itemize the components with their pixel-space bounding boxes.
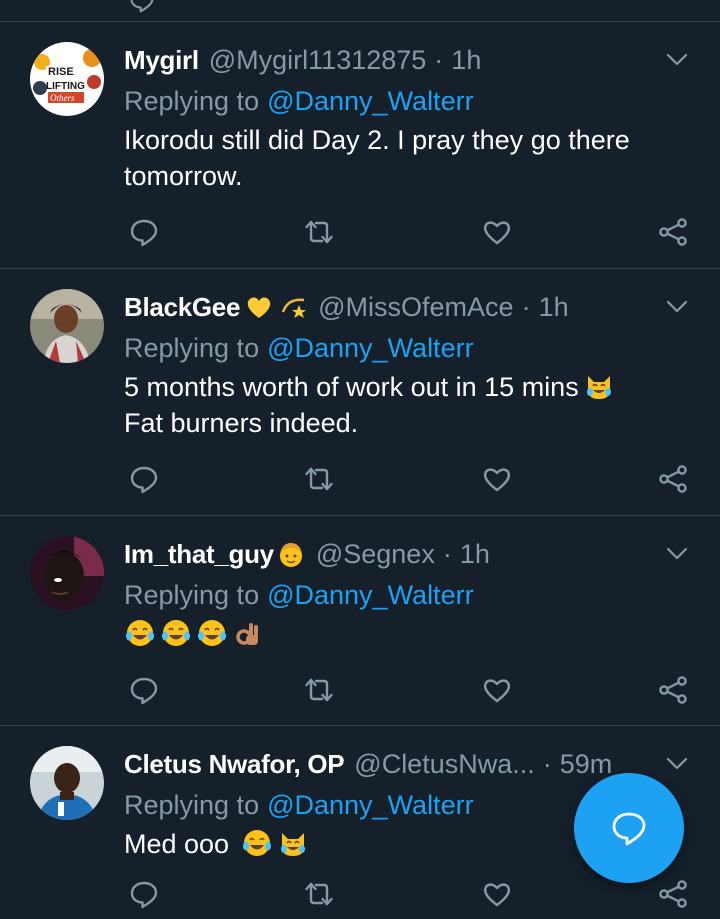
- mention-link[interactable]: @Danny_Walterr: [267, 333, 473, 364]
- replying-to: Replying to @Danny_Walterr: [124, 82, 474, 120]
- retweet-icon[interactable]: [303, 463, 335, 495]
- mention-link[interactable]: @Danny_Walterr: [267, 580, 473, 611]
- retweet-icon[interactable]: [303, 674, 335, 706]
- tweet-actions: [0, 216, 720, 252]
- heart-icon[interactable]: [481, 463, 513, 495]
- separator: ·: [442, 538, 452, 569]
- tweet-header: Mygirl @Mygirl11312875 · 1h: [124, 40, 640, 80]
- chevron-down-icon[interactable]: [664, 293, 690, 319]
- compose-reply-button[interactable]: [574, 773, 684, 883]
- tweet-text-line: Ikorodu still did Day 2. I pray they go …: [124, 125, 630, 155]
- svg-text:RISE: RISE: [48, 66, 74, 78]
- tweet-text-segment: 5 months worth of work out in 15 mins: [124, 372, 579, 402]
- replying-to: Replying to @Danny_Walterr: [124, 329, 474, 367]
- tweet[interactable]: BlackGee @MissOfemAce · 1h Replying to @…: [0, 269, 720, 516]
- share-icon[interactable]: [657, 463, 689, 495]
- share-icon[interactable]: [657, 674, 689, 706]
- user-handle[interactable]: @Segnex: [316, 539, 435, 570]
- tweet-text-line: tomorrow.: [124, 161, 243, 191]
- replying-to: Replying to @Danny_Walterr: [124, 576, 474, 614]
- cat-tears-of-joy-emoji: [586, 376, 611, 399]
- retweet-icon[interactable]: [303, 878, 335, 910]
- tweet-header: Cletus Nwafor, OP @CletusNwa... · 59m: [124, 744, 640, 784]
- tweet[interactable]: RISE LIFTING Others Mygirl @Mygirl113128…: [0, 22, 720, 269]
- cat-tears-of-joy-emoji: [280, 833, 305, 856]
- avatar-image: RISE LIFTING Others: [30, 42, 104, 116]
- tweet-actions: [0, 878, 720, 914]
- tweet-header: Im_that_guy @Segnex · 1h: [124, 534, 640, 574]
- tears-of-joy-emoji: [242, 830, 271, 856]
- tears-of-joy-emoji: [198, 620, 226, 646]
- avatar-image: [30, 536, 104, 610]
- timestamp[interactable]: 1h: [451, 45, 481, 76]
- avatar-image: [30, 289, 104, 363]
- separator: ·: [434, 44, 444, 75]
- timestamp[interactable]: 1h: [539, 292, 569, 323]
- user-handle[interactable]: @MissOfemAce: [318, 292, 513, 323]
- avatar[interactable]: [30, 746, 104, 820]
- user-handle[interactable]: @CletusNwa...: [354, 749, 534, 780]
- avatar[interactable]: [30, 289, 104, 363]
- separator: ·: [542, 748, 552, 779]
- user-handle[interactable]: @Mygirl11312875: [209, 45, 427, 76]
- replying-prefix: Replying to: [124, 332, 260, 363]
- separator: ·: [521, 291, 531, 322]
- retweet-icon[interactable]: [303, 216, 335, 248]
- tears-of-joy-emoji: [126, 620, 154, 646]
- svg-text:LIFTING: LIFTING: [46, 81, 85, 92]
- replying-prefix: Replying to: [124, 579, 260, 610]
- yellow-heart-emoji: [247, 297, 271, 318]
- timestamp[interactable]: 1h: [460, 539, 490, 570]
- compose-reply-icon: [612, 812, 646, 846]
- svg-text:Others: Others: [50, 93, 75, 103]
- reply-icon[interactable]: [128, 463, 160, 495]
- replying-prefix: Replying to: [124, 85, 260, 116]
- reply-icon[interactable]: [128, 674, 160, 706]
- boy-face-emoji: [279, 543, 302, 567]
- chevron-down-icon[interactable]: [664, 46, 690, 72]
- tweet-text: 5 months worth of work out in 15 mins Fa…: [124, 369, 660, 441]
- replying-prefix: Replying to: [124, 789, 260, 820]
- display-name[interactable]: Mygirl: [124, 45, 199, 76]
- share-icon[interactable]: [657, 878, 689, 910]
- timeline-screen: RISE LIFTING Others Mygirl @Mygirl113128…: [0, 0, 720, 919]
- chevron-down-icon[interactable]: [664, 750, 690, 776]
- share-icon[interactable]: [657, 216, 689, 248]
- display-name[interactable]: Cletus Nwafor, OP: [124, 749, 345, 780]
- chevron-down-icon[interactable]: [664, 540, 690, 566]
- dizzy-star-emoji: [281, 298, 307, 318]
- tweet-text-segment: Med ooo: [124, 829, 230, 859]
- avatar-image: [30, 746, 104, 820]
- display-name[interactable]: BlackGee: [124, 292, 240, 323]
- tweet[interactable]: Im_that_guy @Segnex · 1h Replying to @Da…: [0, 516, 720, 726]
- heart-icon[interactable]: [481, 674, 513, 706]
- tweet-text: Ikorodu still did Day 2. I pray they go …: [124, 122, 660, 194]
- heart-icon[interactable]: [481, 216, 513, 248]
- previous-tweet-actions: [0, 0, 720, 22]
- avatar[interactable]: RISE LIFTING Others: [30, 42, 104, 116]
- tears-of-joy-emoji: [162, 620, 190, 646]
- tweet-actions: [0, 674, 720, 710]
- reply-icon[interactable]: [128, 216, 160, 248]
- reply-icon[interactable]: [128, 0, 156, 14]
- ok-hand-emoji: [236, 623, 258, 645]
- heart-icon[interactable]: [481, 878, 513, 910]
- tweet-text: [124, 616, 660, 652]
- reply-icon[interactable]: [128, 878, 160, 910]
- tweet-header: BlackGee @MissOfemAce · 1h: [124, 287, 640, 327]
- display-name[interactable]: Im_that_guy: [124, 539, 274, 570]
- mention-link[interactable]: @Danny_Walterr: [267, 86, 473, 117]
- tweet-text-line: [120, 616, 660, 652]
- tweet-actions: [0, 463, 720, 499]
- replying-to: Replying to @Danny_Walterr: [124, 786, 474, 824]
- mention-link[interactable]: @Danny_Walterr: [267, 790, 473, 821]
- avatar[interactable]: [30, 536, 104, 610]
- tweet-text-line: 5 months worth of work out in 15 mins: [124, 369, 660, 405]
- tweet-text-line: Fat burners indeed.: [124, 408, 359, 438]
- timestamp[interactable]: 59m: [560, 749, 613, 780]
